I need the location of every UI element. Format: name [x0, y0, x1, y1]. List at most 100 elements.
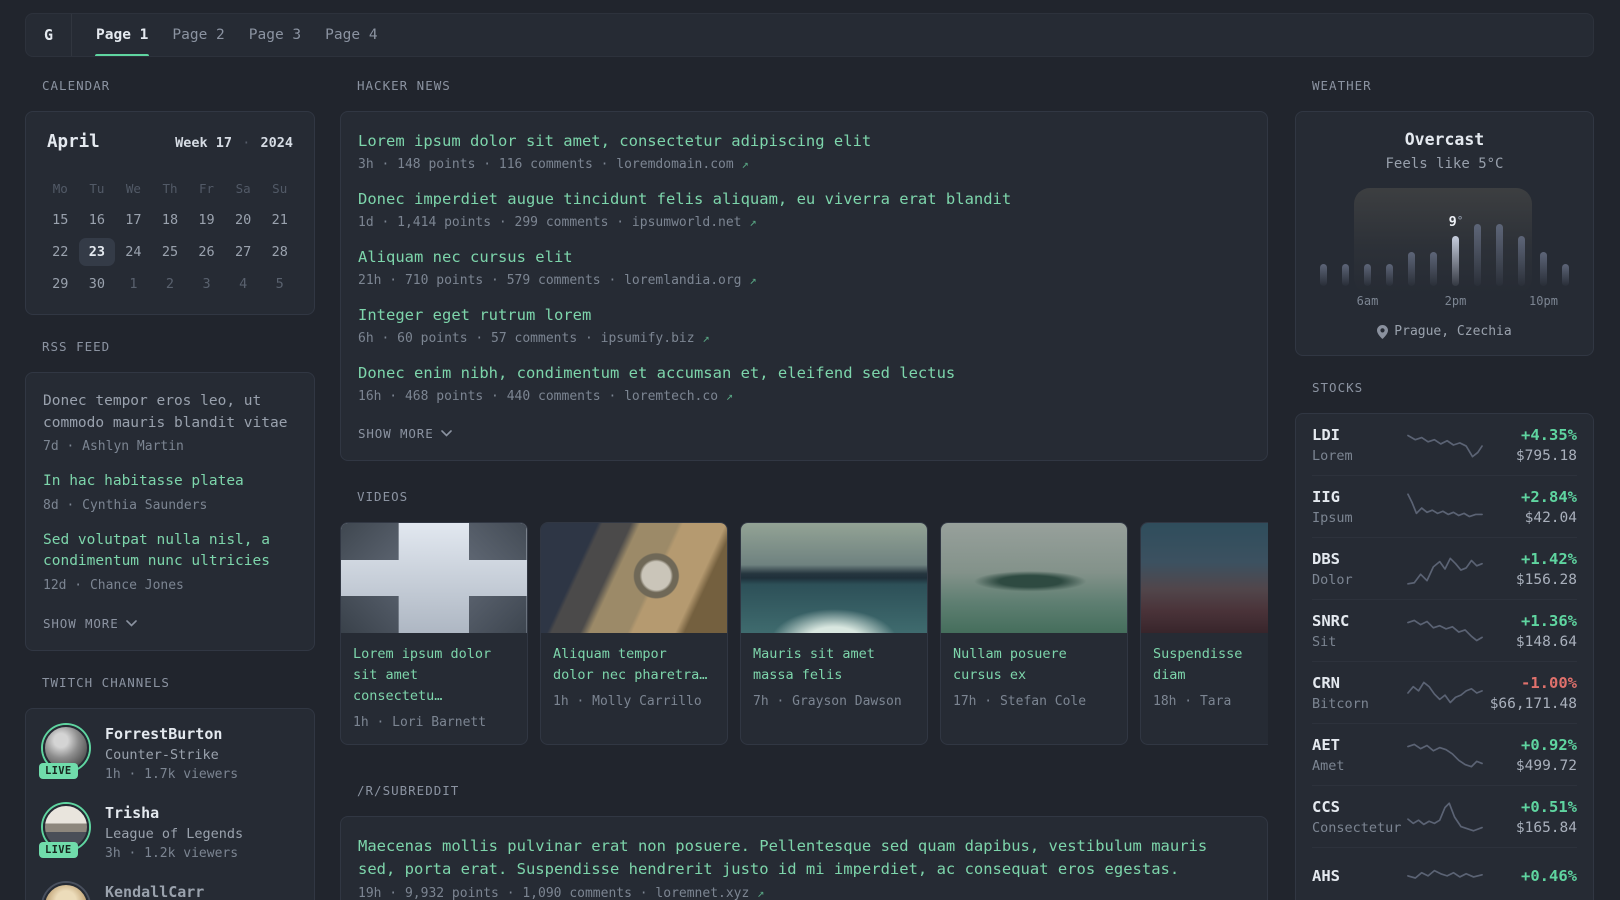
calendar-day: 27: [235, 244, 252, 260]
degree-symbol: °: [1456, 214, 1464, 227]
daylight-highlight: [1354, 188, 1532, 294]
video-title[interactable]: Suspendisse diam: [1153, 644, 1268, 686]
video-title[interactable]: Mauris sit amet massa felis: [753, 644, 915, 686]
external-link-icon: ↗: [749, 215, 757, 229]
hn-show-more-button[interactable]: SHOW MORE: [358, 426, 452, 441]
reddit-post: Maecenas mollis pulvinar erat non posuer…: [358, 835, 1250, 900]
twitch-channel-row[interactable]: KendallCarr: [43, 882, 297, 900]
weather-hour-labels: 6am 2pm 10pm: [1320, 294, 1569, 310]
video-card[interactable]: Mauris sit amet massa felis 7h · Grayson…: [740, 522, 928, 745]
sparkline-chart: [1406, 619, 1483, 642]
hn-item-title[interactable]: Donec enim nibh, condimentum et accumsan…: [358, 362, 1250, 384]
calendar-month: April: [47, 132, 100, 152]
calendar-day: 24: [125, 244, 142, 260]
stock-change: +0.46%: [1521, 867, 1577, 885]
stock-price: $795.18: [1515, 448, 1577, 464]
hn-item-meta: 16h · 468 points · 440 comments · loremt…: [358, 389, 1250, 404]
left-column: CALENDAR April Week 17 · 2024 Mo Tu We Th Fr…: [25, 78, 315, 900]
rss-item-title[interactable]: Sed volutpat nulla nisl, a condimentum n…: [43, 530, 297, 573]
video-title[interactable]: Lorem ipsum dolor sit amet consectetu…: [353, 644, 515, 707]
sparkline-chart: [1406, 869, 1483, 879]
calendar-day: 19: [198, 212, 215, 228]
hn-item-meta: 21h · 710 points · 579 comments · loreml…: [358, 273, 1250, 288]
weather-hour-label: 6am: [1356, 294, 1379, 308]
calendar-header: April Week 17 · 2024: [42, 132, 298, 152]
rss-item: Donec tempor eros leo, ut commodo mauris…: [43, 391, 297, 454]
hn-item: Donec imperdiet augue tincidunt felis al…: [358, 188, 1250, 230]
video-thumbnail: [741, 523, 927, 633]
current-temp-value: 9: [1448, 214, 1457, 230]
twitch-channel-meta: 1h · 1.7k viewers: [105, 766, 239, 782]
video-thumbnail: [541, 523, 727, 633]
hn-item-title[interactable]: Integer eget rutrum lorem: [358, 304, 1250, 326]
tab-page-3[interactable]: Page 3: [238, 14, 312, 56]
sparkline-chart: [1406, 743, 1483, 768]
stock-row: CCS Consectetur +0.51% $165.84: [1312, 785, 1577, 847]
tab-page-4[interactable]: Page 4: [314, 14, 388, 56]
video-meta: 1h · Molly Carrillo: [553, 694, 702, 709]
stock-row: LDI Lorem +4.35% $795.18: [1312, 414, 1577, 475]
twitch-channel-name[interactable]: KendallCarr: [105, 883, 204, 900]
rss-item-title[interactable]: In hac habitasse platea: [43, 471, 297, 493]
rss-item: In hac habitasse platea 8d · Cynthia Sau…: [43, 471, 297, 513]
stock-id: CCS Consectetur: [1312, 798, 1404, 836]
twitch-channel-name[interactable]: Trisha: [105, 804, 243, 822]
tab-page-2[interactable]: Page 2: [161, 14, 235, 56]
twitch-avatar-wrap: [43, 882, 89, 900]
external-link-icon: ↗: [725, 389, 734, 403]
video-body: Nullam posuere cursus ex 17h · Stefan Co…: [941, 633, 1127, 723]
calendar-day: 26: [198, 244, 215, 260]
hn-item-title[interactable]: Donec imperdiet augue tincidunt felis al…: [358, 188, 1250, 210]
weather-bar: [1386, 264, 1393, 286]
twitch-channel-meta: 3h · 1.2k viewers: [105, 845, 239, 861]
twitch-channel-info: KendallCarr: [105, 883, 204, 900]
video-card[interactable]: Aliquam tempor dolor nec pharetra… 1h · …: [540, 522, 728, 745]
subreddit-heading: /R/SUBREDDIT: [357, 783, 460, 798]
video-title[interactable]: Nullam posuere cursus ex: [953, 644, 1115, 686]
video-meta: 7h · Grayson Dawson: [753, 694, 902, 709]
stock-price: $165.84: [1515, 820, 1577, 836]
weather-heading: WEATHER: [1312, 78, 1372, 93]
stock-symbol: AET: [1312, 736, 1340, 754]
calendar-day: 21: [271, 212, 288, 228]
twitch-channel-row[interactable]: LIVE ForrestBurton Counter-Strike 1h · 1…: [39, 724, 297, 782]
stock-row: IIG Ipsum +2.84% $42.04: [1312, 475, 1577, 537]
weather-bar: [1320, 264, 1327, 286]
stock-id: AET Amet: [1312, 736, 1404, 774]
video-card[interactable]: Nullam posuere cursus ex 17h · Stefan Co…: [940, 522, 1128, 745]
stock-values: +4.35% $795.18: [1486, 426, 1577, 464]
external-link-icon: ↗: [741, 157, 749, 171]
video-meta: 1h · Lori Barnett: [353, 715, 487, 730]
dashboard-page: G Page 1 Page 2 Page 3 Page 4 CALENDAR A…: [0, 0, 1620, 900]
video-thumbnail: [941, 523, 1127, 633]
twitch-channel-row[interactable]: LIVE Trisha League of Legends 3h · 1.2k …: [39, 803, 297, 861]
stock-price: $42.04: [1524, 510, 1577, 526]
rss-show-more-button[interactable]: SHOW MORE: [43, 616, 137, 631]
hn-item-title[interactable]: Aliquam nec cursus elit: [358, 246, 1250, 268]
calendar-weekday: Tu: [89, 180, 105, 196]
page-tabs: Page 1 Page 2 Page 3 Page 4: [72, 14, 390, 56]
rss-widget: Donec tempor eros leo, ut commodo mauris…: [25, 372, 315, 651]
weather-bar: [1430, 252, 1437, 286]
hn-item: Aliquam nec cursus elit 21h · 710 points…: [358, 246, 1250, 288]
video-card[interactable]: Suspendisse diam 18h · Tara: [1140, 522, 1268, 745]
video-card[interactable]: Lorem ipsum dolor sit amet consectetu… 1…: [340, 522, 528, 745]
twitch-channel-name[interactable]: ForrestBurton: [105, 725, 238, 743]
stock-change: -1.00%: [1521, 674, 1577, 692]
hn-item-title[interactable]: Lorem ipsum dolor sit amet, consectetur …: [358, 130, 1250, 152]
calendar-weekday: Fr: [199, 180, 215, 196]
reddit-post-title[interactable]: Maecenas mollis pulvinar erat non posuer…: [358, 835, 1250, 881]
show-more-label: SHOW MORE: [43, 615, 119, 631]
calendar-day: 15: [52, 212, 69, 228]
rss-item-title[interactable]: Donec tempor eros leo, ut commodo mauris…: [43, 391, 297, 434]
rss-item-meta: 8d · Cynthia Saunders: [43, 497, 208, 513]
stock-change: +1.36%: [1521, 612, 1577, 630]
weather-bar-chart: 9°: [1320, 188, 1569, 294]
subreddit-widget: Maecenas mollis pulvinar erat non posuer…: [340, 816, 1268, 900]
stock-symbol: CRN: [1312, 674, 1340, 692]
tab-page-1[interactable]: Page 1: [85, 14, 159, 56]
calendar-widget: April Week 17 · 2024 Mo Tu We Th Fr Sa Su 15 16 1…: [25, 111, 315, 315]
stock-symbol: LDI: [1312, 426, 1340, 444]
video-title[interactable]: Aliquam tempor dolor nec pharetra…: [553, 644, 715, 686]
stock-row: SNRC Sit +1.36% $148.64: [1312, 599, 1577, 661]
